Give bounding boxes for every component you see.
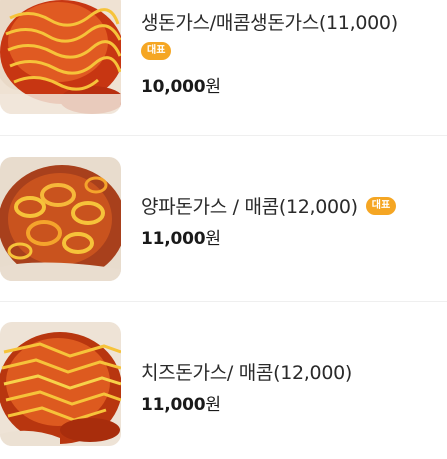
signature-badge: 대표: [365, 196, 397, 215]
menu-item-price: 11,000원: [141, 229, 221, 249]
menu-item-photo[interactable]: [0, 0, 121, 114]
menu-item-price: 11,000원: [141, 395, 221, 415]
menu-item-photo[interactable]: [0, 322, 121, 446]
menu-item[interactable]: 치즈돈가스/ 매콤(12,000) 11,000원: [0, 302, 447, 459]
menu-item-name: 양파돈가스 / 매콤(12,000): [141, 196, 358, 218]
menu-list: 생돈가스/매콤생돈가스(11,000) 대표 10,000원 양파돈가스 / 매…: [0, 0, 447, 459]
menu-item-name: 생돈가스/매콤생돈가스(11,000): [141, 12, 398, 34]
menu-item-photo[interactable]: [0, 157, 121, 281]
menu-item-name: 치즈돈가스/ 매콤(12,000): [141, 362, 353, 384]
menu-item[interactable]: 생돈가스/매콤생돈가스(11,000) 대표 10,000원: [0, 0, 447, 135]
menu-item-price: 10,000원: [141, 77, 221, 97]
signature-badge: 대표: [141, 42, 172, 60]
menu-item[interactable]: 양파돈가스 / 매콤(12,000) 대표 11,000원: [0, 136, 447, 301]
